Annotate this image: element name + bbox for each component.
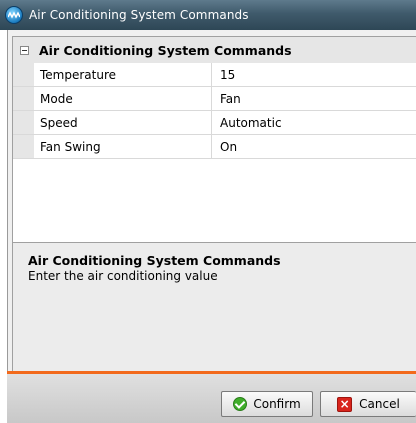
window-titlebar[interactable]: Air Conditioning System Commands xyxy=(0,0,416,30)
category-header[interactable]: Air Conditioning System Commands xyxy=(13,37,416,63)
collapse-icon[interactable] xyxy=(20,45,29,55)
property-name: Fan Swing xyxy=(34,135,212,158)
speed-value[interactable]: Automatic xyxy=(212,111,416,134)
dialog-footer: Confirm × Cancel xyxy=(7,371,416,423)
category-title: Air Conditioning System Commands xyxy=(39,42,292,58)
row-gutter xyxy=(13,63,34,86)
property-rows: Temperature 15 Mode Fan Speed Automatic … xyxy=(13,63,416,159)
property-name: Temperature xyxy=(34,63,212,86)
property-row-fan-swing[interactable]: Fan Swing On xyxy=(13,135,416,159)
cancel-label: Cancel xyxy=(359,397,400,411)
wave-icon xyxy=(8,11,20,19)
property-row-mode[interactable]: Mode Fan xyxy=(13,87,416,111)
property-row-speed[interactable]: Speed Automatic xyxy=(13,111,416,135)
fan-swing-value[interactable]: On xyxy=(212,135,416,158)
row-gutter xyxy=(13,111,34,134)
mode-value[interactable]: Fan xyxy=(212,87,416,110)
app-logo-icon xyxy=(5,6,23,24)
description-title: Air Conditioning System Commands xyxy=(28,253,281,268)
property-name: Mode xyxy=(34,87,212,110)
checkmark-icon xyxy=(233,397,248,411)
row-gutter xyxy=(13,135,34,158)
confirm-label: Confirm xyxy=(253,397,301,411)
row-gutter xyxy=(13,87,34,110)
window-title: Air Conditioning System Commands xyxy=(29,8,249,22)
description-text: Enter the air conditioning value xyxy=(28,269,218,283)
cancel-button[interactable]: × Cancel xyxy=(320,391,416,417)
property-row-temperature[interactable]: Temperature 15 xyxy=(13,63,416,87)
property-grid: Air Conditioning System Commands Tempera… xyxy=(12,36,416,242)
description-panel: Air Conditioning System Commands Enter t… xyxy=(12,242,416,371)
close-icon: × xyxy=(337,396,353,412)
temperature-value[interactable]: 15 xyxy=(212,63,416,86)
confirm-button[interactable]: Confirm xyxy=(221,391,313,417)
property-name: Speed xyxy=(34,111,212,134)
